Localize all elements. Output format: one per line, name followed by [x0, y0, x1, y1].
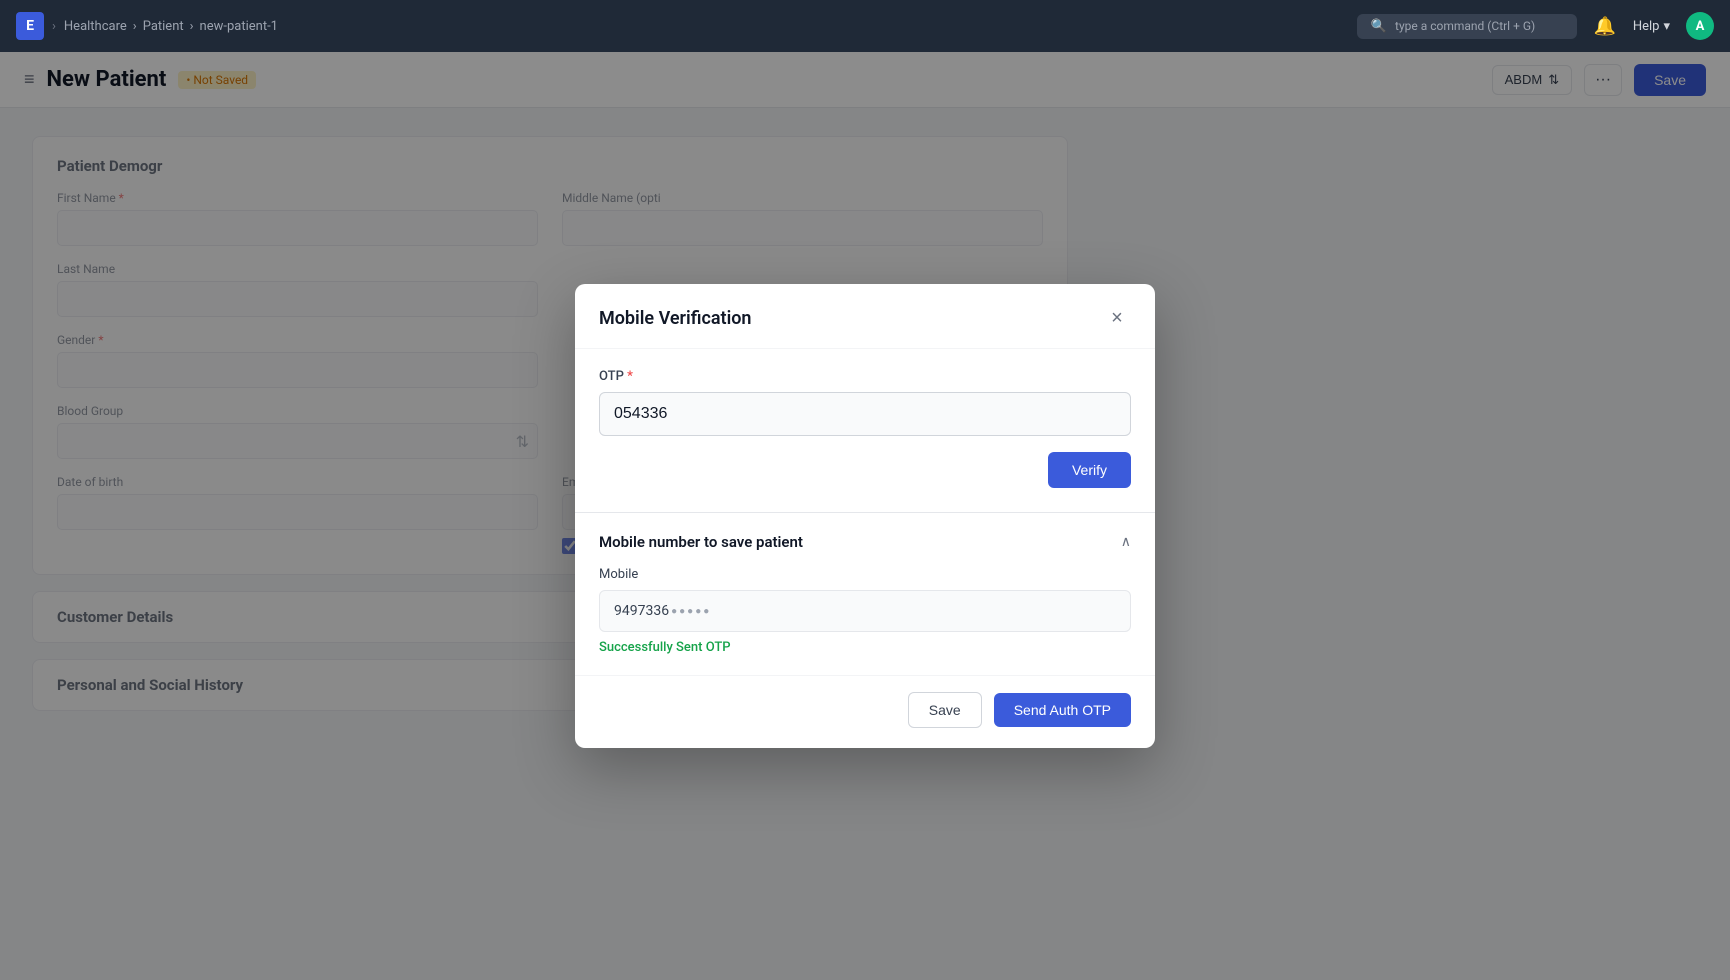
modal-title: Mobile Verification	[599, 308, 751, 329]
footer-save-button[interactable]: Save	[908, 692, 982, 728]
nav-logo: E	[16, 12, 44, 40]
top-nav: E › Healthcare › Patient › new-patient-1…	[0, 0, 1730, 52]
send-auth-otp-button[interactable]: Send Auth OTP	[994, 693, 1131, 727]
search-bar[interactable]: 🔍 type a command (Ctrl + G)	[1357, 14, 1577, 39]
mobile-section-header[interactable]: Mobile number to save patient ∧	[575, 517, 1155, 559]
modal-close-button[interactable]: ×	[1103, 304, 1131, 332]
help-chevron-icon: ▾	[1663, 19, 1670, 34]
help-label: Help	[1633, 19, 1660, 34]
breadcrumb-new-patient[interactable]: new-patient-1	[200, 19, 278, 34]
mobile-masked: ●●●●●	[671, 606, 711, 617]
modal-header: Mobile Verification ×	[575, 284, 1155, 349]
send-auth-otp-label: Send Auth OTP	[1014, 702, 1111, 718]
page-content: ≡ New Patient • Not Saved ABDM ⇅ ··· Sav…	[0, 52, 1730, 980]
mobile-label: Mobile	[599, 567, 1131, 582]
close-icon: ×	[1111, 307, 1123, 330]
help-menu[interactable]: Help ▾	[1633, 19, 1670, 34]
mobile-display: 9497336 ●●●●●	[599, 590, 1131, 632]
verify-row: Verify	[599, 452, 1131, 488]
otp-section: OTP * Verify	[575, 349, 1155, 508]
breadcrumb-healthcare[interactable]: Healthcare	[64, 19, 127, 34]
footer-save-label: Save	[929, 702, 961, 718]
breadcrumb: Healthcare › Patient › new-patient-1	[64, 19, 278, 34]
verify-button[interactable]: Verify	[1048, 452, 1131, 488]
otp-input[interactable]	[599, 392, 1131, 436]
modal-divider	[575, 512, 1155, 513]
mobile-section-chevron-icon: ∧	[1121, 534, 1131, 550]
mobile-section-body: Mobile 9497336 ●●●●● Successfully Sent O…	[575, 559, 1155, 675]
mobile-verification-modal: Mobile Verification × OTP * Verify	[575, 284, 1155, 748]
notification-bell[interactable]: 🔔	[1593, 14, 1617, 38]
otp-label: OTP *	[599, 369, 1131, 384]
logo-text: E	[26, 18, 34, 34]
user-avatar[interactable]: A	[1686, 12, 1714, 40]
breadcrumb-patient[interactable]: Patient	[143, 19, 184, 34]
mobile-section-title: Mobile number to save patient	[599, 533, 803, 551]
nav-right: 🔍 type a command (Ctrl + G) 🔔 Help ▾ A	[1357, 12, 1714, 40]
modal-footer: Save Send Auth OTP	[575, 675, 1155, 748]
search-placeholder: type a command (Ctrl + G)	[1395, 19, 1535, 33]
nav-separator-1: ›	[52, 19, 56, 34]
search-icon: 🔍	[1371, 19, 1387, 34]
verify-label: Verify	[1072, 462, 1107, 478]
otp-success-message: Successfully Sent OTP	[599, 640, 1131, 655]
modal-overlay: Mobile Verification × OTP * Verify	[0, 52, 1730, 980]
